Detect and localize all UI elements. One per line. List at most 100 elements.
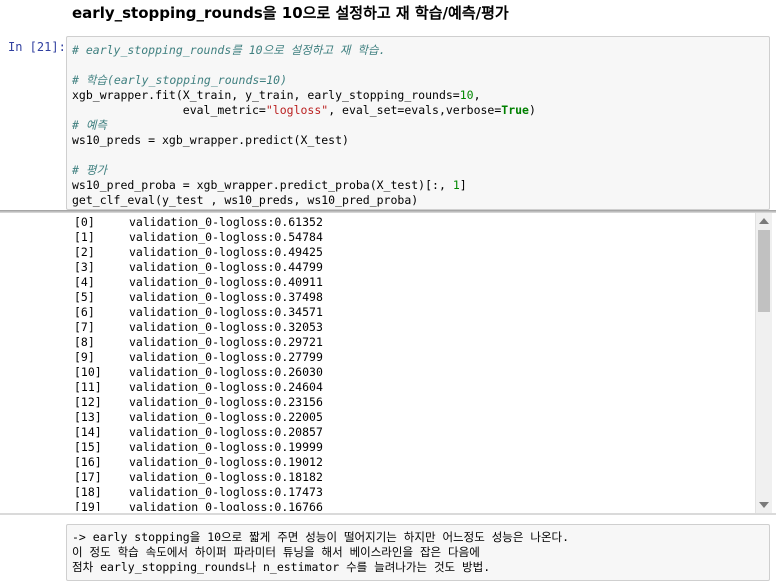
logloss-value: 0.22005 <box>274 410 323 424</box>
output-line: [16] validation_0-logloss:0.19012 <box>66 455 756 470</box>
output-scrollbar[interactable] <box>755 213 772 513</box>
markdown-line: 이 정도 학습 속도에서 하이퍼 파라미터 튜닝을 해서 베이스라인을 잡은 다… <box>72 545 480 559</box>
output-line: [8] validation_0-logloss:0.29721 <box>66 335 756 350</box>
code-text: eval_metric= <box>72 103 266 117</box>
iteration-index: [1] <box>74 230 95 244</box>
metric-label: validation_0-logloss: <box>129 230 275 244</box>
iteration-index: [16] <box>74 455 102 469</box>
output-line: [9] validation_0-logloss:0.27799 <box>66 350 756 365</box>
metric-label: validation_0-logloss: <box>129 335 275 349</box>
output-line: [2] validation_0-logloss:0.49425 <box>66 245 756 260</box>
output-line: [12] validation_0-logloss:0.23156 <box>66 395 756 410</box>
code-keyword: True <box>501 103 529 117</box>
code-text: xgb_wrapper.fit(X_train, y_train, early_… <box>72 88 460 102</box>
markdown-text: -> early stopping을 10으로 짧게 주면 성능이 떨어지기는 … <box>67 525 769 575</box>
output-line: [17] validation_0-logloss:0.18182 <box>66 470 756 485</box>
metric-label: validation_0-logloss: <box>129 440 275 454</box>
metric-label: validation_0-logloss: <box>129 455 275 469</box>
iteration-index: [11] <box>74 380 102 394</box>
scrollbar-thumb[interactable] <box>758 230 770 312</box>
metric-label: validation_0-logloss: <box>129 425 275 439</box>
iteration-index: [5] <box>74 290 95 304</box>
iteration-index: [19] <box>74 500 102 511</box>
metric-label: validation_0-logloss: <box>129 275 275 289</box>
iteration-index: [9] <box>74 350 95 364</box>
output-line: [10] validation_0-logloss:0.26030 <box>66 365 756 380</box>
iteration-index: [2] <box>74 245 95 259</box>
code-number: 10 <box>459 88 474 102</box>
logloss-value: 0.24604 <box>274 380 323 394</box>
code-text: ws10_preds = xgb_wrapper.predict(X_test) <box>72 133 349 147</box>
code-string: "logloss" <box>265 103 329 117</box>
code-text: ws10_pred_proba = xgb_wrapper.predict_pr… <box>72 178 453 192</box>
logloss-value: 0.19999 <box>274 440 323 454</box>
metric-label: validation_0-logloss: <box>129 320 275 334</box>
cell-output-divider <box>0 210 776 213</box>
iteration-index: [7] <box>74 320 95 334</box>
metric-label: validation_0-logloss: <box>129 485 275 499</box>
metric-label: validation_0-logloss: <box>129 380 275 394</box>
logloss-value: 0.23156 <box>274 395 323 409</box>
logloss-value: 0.26030 <box>274 365 323 379</box>
code-text: , <box>473 88 481 102</box>
output-line: [1] validation_0-logloss:0.54784 <box>66 230 756 245</box>
logloss-value: 0.16766 <box>274 500 323 511</box>
output-bottom-divider <box>0 513 776 515</box>
code-comment: # early_stopping_rounds를 10으로 설정하고 재 학습. <box>72 43 386 57</box>
scroll-down-icon[interactable] <box>759 502 769 508</box>
metric-label: validation_0-logloss: <box>129 305 275 319</box>
scroll-up-icon[interactable] <box>759 218 769 224</box>
markdown-line: 점차 early_stopping_rounds나 n_estimator 수를… <box>72 560 491 574</box>
iteration-index: [15] <box>74 440 102 454</box>
logloss-value: 0.61352 <box>274 215 323 229</box>
output-line: [3] validation_0-logloss:0.44799 <box>66 260 756 275</box>
metric-label: validation_0-logloss: <box>129 500 275 511</box>
output-line: [6] validation_0-logloss:0.34571 <box>66 305 756 320</box>
logloss-value: 0.34571 <box>274 305 323 319</box>
output-line: [15] validation_0-logloss:0.19999 <box>66 440 756 455</box>
output-line: [18] validation_0-logloss:0.17473 <box>66 485 756 500</box>
code-comment: # 평가 <box>72 163 108 177</box>
metric-label: validation_0-logloss: <box>129 215 275 229</box>
iteration-index: [10] <box>74 365 102 379</box>
logloss-value: 0.17473 <box>274 485 323 499</box>
iteration-index: [0] <box>74 215 95 229</box>
logloss-value: 0.18182 <box>274 470 323 484</box>
code-cell[interactable]: # early_stopping_rounds를 10으로 설정하고 재 학습.… <box>66 36 770 210</box>
logloss-value: 0.37498 <box>274 290 323 304</box>
metric-label: validation_0-logloss: <box>129 245 275 259</box>
output-line: [5] validation_0-logloss:0.37498 <box>66 290 756 305</box>
logloss-value: 0.32053 <box>274 320 323 334</box>
code-editor[interactable]: # early_stopping_rounds를 10으로 설정하고 재 학습.… <box>67 37 769 208</box>
iteration-index: [4] <box>74 275 95 289</box>
logloss-value: 0.54784 <box>274 230 323 244</box>
code-text: ) <box>528 103 536 117</box>
output-line: [19] validation_0-logloss:0.16766 <box>66 500 756 511</box>
code-comment: # 학습(early_stopping_rounds=10) <box>72 73 288 87</box>
iteration-index: [13] <box>74 410 102 424</box>
output-line: [4] validation_0-logloss:0.40911 <box>66 275 756 290</box>
logloss-value: 0.27799 <box>274 350 323 364</box>
metric-label: validation_0-logloss: <box>129 260 275 274</box>
metric-label: validation_0-logloss: <box>129 350 275 364</box>
metric-label: validation_0-logloss: <box>129 365 275 379</box>
iteration-index: [12] <box>74 395 102 409</box>
output-area[interactable]: [0] validation_0-logloss:0.61352 [1] valida… <box>66 215 756 511</box>
code-number: 1 <box>452 178 460 192</box>
metric-label: validation_0-logloss: <box>129 410 275 424</box>
output-line: [7] validation_0-logloss:0.32053 <box>66 320 756 335</box>
output-line: [13] validation_0-logloss:0.22005 <box>66 410 756 425</box>
logloss-value: 0.20857 <box>274 425 323 439</box>
metric-label: validation_0-logloss: <box>129 395 275 409</box>
iteration-index: [14] <box>74 425 102 439</box>
metric-label: validation_0-logloss: <box>129 290 275 304</box>
iteration-index: [18] <box>74 485 102 499</box>
markdown-cell[interactable]: -> early stopping을 10으로 짧게 주면 성능이 떨어지기는 … <box>66 524 770 581</box>
logloss-value: 0.29721 <box>274 335 323 349</box>
output-line: [14] validation_0-logloss:0.20857 <box>66 425 756 440</box>
code-text: ] <box>459 178 467 192</box>
iteration-index: [17] <box>74 470 102 484</box>
code-comment: # 예측 <box>72 118 108 132</box>
metric-label: validation_0-logloss: <box>129 470 275 484</box>
code-text: , eval_set=evals,verbose= <box>328 103 502 117</box>
